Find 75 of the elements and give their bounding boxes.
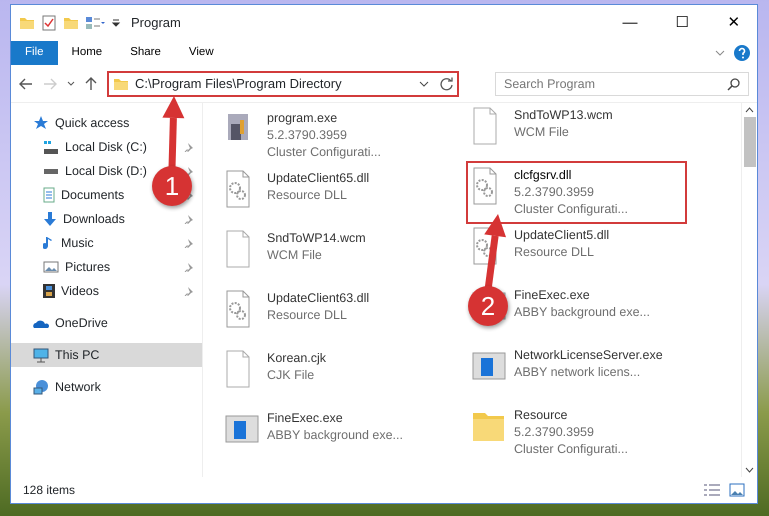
sidebar-item[interactable]: Quick access: [55, 114, 130, 132]
film-icon[interactable]: [43, 283, 55, 299]
sidebar-item[interactable]: Music: [61, 234, 94, 252]
file-detail: ABBY background exe...: [267, 427, 403, 444]
view-icon[interactable]: [85, 15, 105, 31]
drive-icon[interactable]: [43, 168, 59, 174]
sidebar-item[interactable]: This PC: [11, 343, 202, 367]
file-name[interactable]: Resource: [514, 407, 628, 424]
file-detail: Cluster Configurati...: [514, 441, 628, 458]
file-name[interactable]: SndToWP13.wcm: [514, 107, 613, 124]
file-name[interactable]: clcfgsrv.dll: [514, 167, 628, 184]
file-name[interactable]: UpdateClient5.dll: [514, 227, 610, 244]
document-icon[interactable]: [43, 187, 55, 203]
folder-icon: [19, 15, 35, 31]
dropdown-icon[interactable]: [419, 80, 429, 86]
file-detail: 5.2.3790.3959: [267, 127, 348, 144]
file-detail: WCM File: [267, 247, 323, 264]
file-detail: ABBY background exe...: [514, 304, 650, 321]
address-path: C:\Program Files\Program Directory: [135, 74, 343, 93]
sidebar-item[interactable]: Documents: [61, 186, 124, 204]
pictures-icon[interactable]: [43, 261, 59, 273]
file-name[interactable]: Korean.cjk: [267, 350, 326, 367]
back-icon[interactable]: [19, 78, 33, 90]
sidebar-item[interactable]: OneDrive: [55, 314, 108, 332]
music-icon[interactable]: [43, 235, 55, 251]
scroll-up-icon[interactable]: [745, 107, 754, 113]
file-name[interactable]: program.exe: [267, 110, 381, 127]
up-icon[interactable]: [85, 76, 97, 90]
file-detail: Cluster Configurati...: [514, 201, 628, 218]
sidebar-label[interactable]: This PC: [55, 346, 100, 364]
item-count: 128 items: [23, 482, 76, 499]
recent-locations-icon[interactable]: [67, 81, 75, 86]
address-field[interactable]: C:\Program Files\Program Directory: [107, 70, 459, 96]
network-icon[interactable]: [33, 379, 49, 395]
file-detail: WCM File: [514, 124, 570, 141]
file-name[interactable]: SndToWP14.wcm: [267, 230, 366, 247]
file-name[interactable]: UpdateClient65.dll: [267, 170, 370, 187]
large-icons-view-icon[interactable]: [729, 483, 745, 497]
sidebar-item[interactable]: Network: [55, 378, 101, 396]
file-name[interactable]: NetworkLicenseServer.exe: [514, 347, 663, 364]
maximize-button[interactable]: ☐: [659, 10, 705, 36]
help-icon[interactable]: [733, 44, 751, 62]
search-field[interactable]: Search Program: [495, 72, 749, 96]
download-icon[interactable]: [43, 211, 57, 227]
cloud-icon[interactable]: [33, 318, 49, 328]
search-icon: [727, 76, 741, 90]
file-detail: Cluster Configurati...: [267, 144, 381, 161]
file-detail: CJK File: [267, 367, 316, 384]
scrollbar-thumb[interactable]: [744, 117, 756, 167]
file-name[interactable]: FineExec.exe: [514, 287, 650, 304]
sidebar-item[interactable]: Local Disk (D:): [65, 162, 147, 180]
properties-icon[interactable]: [41, 15, 57, 31]
file-name[interactable]: UpdateClient63.dll: [267, 290, 370, 307]
computer-icon[interactable]: [33, 348, 49, 362]
star-icon[interactable]: [33, 115, 49, 131]
sidebar-item[interactable]: Videos: [61, 282, 99, 300]
sidebar-item[interactable]: Pictures: [65, 258, 110, 276]
window-title: Program: [131, 14, 181, 32]
file-detail: 5.2.3790.3959: [514, 424, 595, 441]
file-name[interactable]: FineExec.exe: [267, 410, 403, 427]
ribbon-tab[interactable]: File: [11, 41, 58, 65]
scroll-down-icon[interactable]: [745, 467, 754, 473]
close-button[interactable]: ✕: [711, 10, 757, 36]
file-detail: Resource DLL: [267, 187, 348, 204]
minimize-button[interactable]: —: [607, 10, 653, 36]
file-detail: Resource DLL: [514, 244, 595, 261]
file-detail: 5.2.3790.3959: [514, 184, 595, 201]
details-view-icon[interactable]: [703, 484, 721, 496]
sidebar-item[interactable]: Local Disk (C:): [65, 138, 147, 156]
expand-ribbon-icon[interactable]: [715, 50, 725, 56]
sidebar-item[interactable]: Downloads: [63, 210, 125, 228]
file-detail: ABBY network licens...: [514, 364, 642, 381]
refresh-icon[interactable]: [439, 76, 453, 90]
file-detail: Resource DLL: [267, 307, 348, 324]
drive-icon[interactable]: [43, 140, 59, 154]
